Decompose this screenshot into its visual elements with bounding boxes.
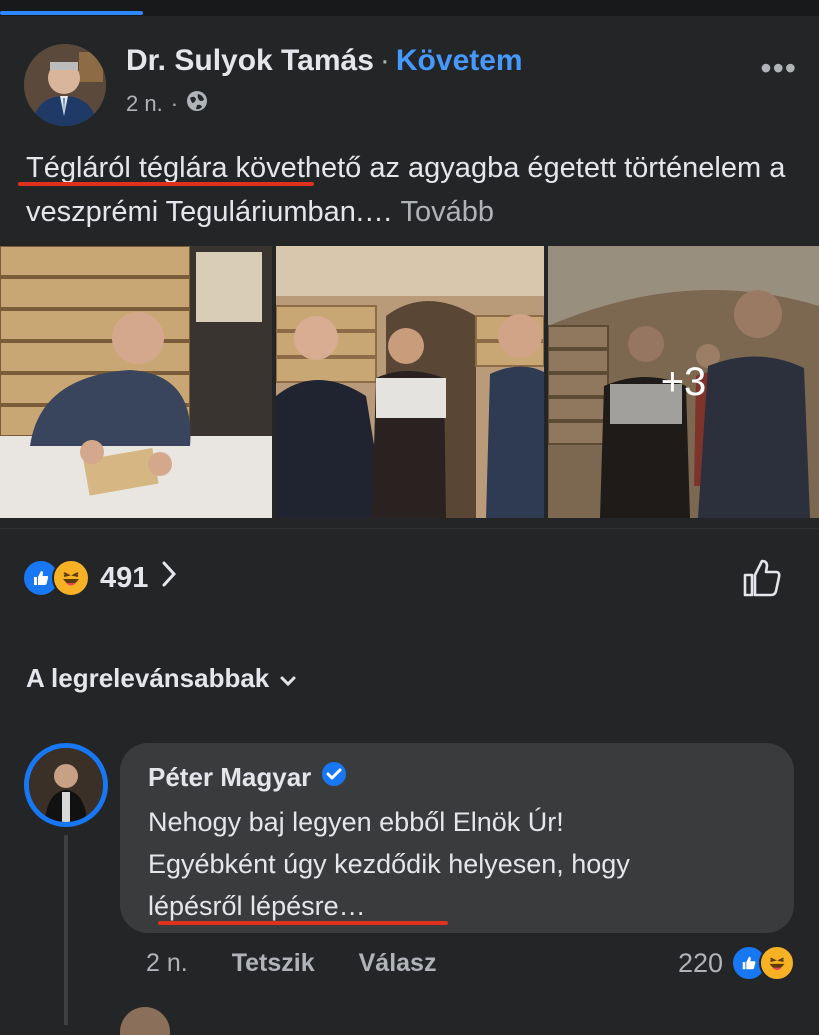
globe-icon [186,90,208,118]
post-text: Tégláról téglára követhető az agyagba ég… [26,146,786,234]
author-name[interactable]: Dr. Sulyok Tamás [126,44,374,77]
comment-sort-dropdown[interactable]: A legrelevánsabbak [26,663,297,694]
comment-bubble[interactable]: Péter Magyar Nehogy baj legyen ebből Eln… [120,743,794,933]
comment-reply-button[interactable]: Válasz [359,949,437,978]
comment-line-2: Egyébként úgy kezdődik helyesen, hogy [148,849,630,879]
reaction-summary[interactable]: 491 [22,559,178,597]
photo-2[interactable] [276,246,544,518]
author-header: Dr. Sulyok Tamás · Követem [126,44,523,78]
comment-actions: 2 n. Tetszik Válasz [146,949,436,978]
comment-haha-reaction-icon [759,945,795,981]
reply-preview [120,1005,810,1035]
haha-reaction-icon [52,559,90,597]
thumbs-up-icon[interactable] [741,557,783,604]
reaction-count: 491 [100,561,149,594]
post-meta: 2 n. · [126,90,208,118]
active-tab-indicator [0,11,143,15]
chevron-down-icon [279,663,297,694]
comment-reactions[interactable]: 220 [678,945,795,981]
more-photos-count[interactable]: +3 [548,246,819,518]
commenter-photo [29,748,103,822]
photo-3[interactable]: +3 [548,246,819,518]
see-more-link[interactable]: Tovább [401,196,495,228]
red-underline-annotation [18,182,314,186]
meta-separator: · [170,91,179,116]
post-time[interactable]: 2 n. [126,91,163,117]
post: Dr. Sulyok Tamás · Követem 2 n. · ••• Tégl… [0,16,819,528]
photo-grid: +3 [0,246,819,518]
follow-button[interactable]: Követem [396,44,523,77]
comment-line-1: Nehogy baj legyen ebből Elnök Úr! [148,807,564,837]
comment-time[interactable]: 2 n. [146,949,188,978]
header-separator: · [379,44,390,77]
sort-label: A legrelevánsabbak [26,663,270,693]
thread-line [64,835,68,1025]
top-bar [0,0,819,16]
photo-1[interactable] [0,246,272,518]
comments-sheet: 491 A legrelevánsabbak Péter Magyar Neho… [0,528,819,1035]
more-options-button[interactable]: ••• [760,50,797,87]
commenter-name[interactable]: Péter Magyar [148,762,311,793]
comment-header: Péter Magyar [148,761,347,794]
red-underline-annotation-2 [158,921,448,925]
commenter-avatar[interactable] [24,743,108,827]
verified-badge-icon [321,761,347,794]
comment-reaction-count: 220 [677,947,723,978]
reply-avatar[interactable] [120,1007,170,1035]
comment-text: Nehogy baj legyen ebből Elnök Úr! Egyébk… [148,801,788,927]
author-avatar[interactable] [24,44,106,126]
comment-like-button[interactable]: Tetszik [232,949,315,978]
chevron-right-icon [160,560,178,596]
